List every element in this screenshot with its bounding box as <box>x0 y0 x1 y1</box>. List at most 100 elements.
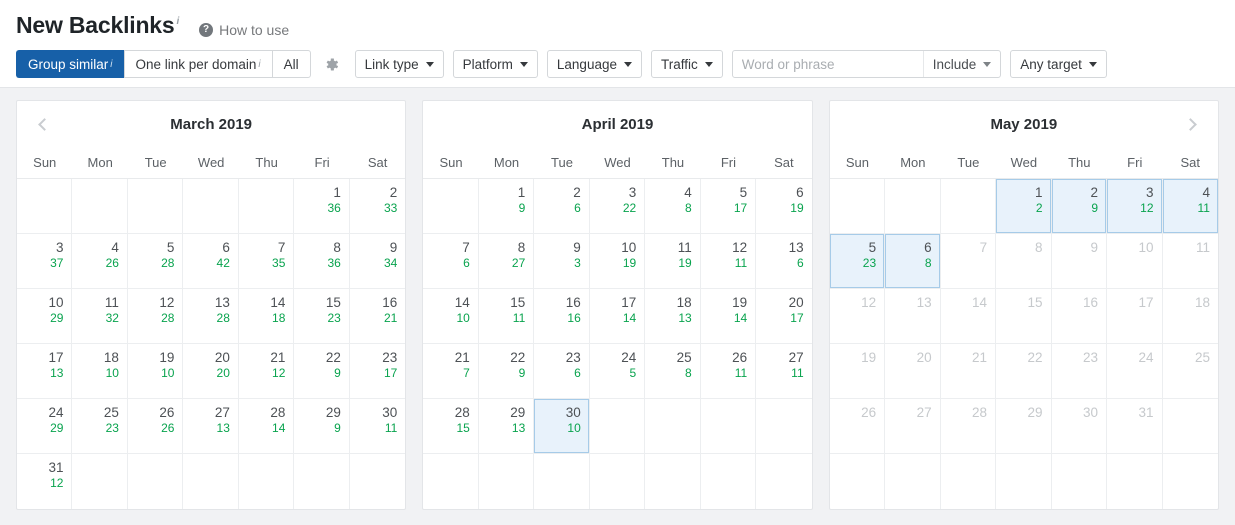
calendar-day-cell: 29 <box>996 399 1052 454</box>
calendar-day-number: 7 <box>979 240 988 255</box>
calendar-day-cell[interactable]: 12 <box>996 179 1052 234</box>
calendar-day-cell[interactable]: 16 16 <box>534 289 590 344</box>
calendar-day-cell[interactable]: 20 17 <box>756 289 812 344</box>
calendar-day-cell[interactable]: 4 26 <box>72 234 128 289</box>
calendar-day-backlink-count: 23 <box>862 256 877 270</box>
calendar-day-cell[interactable]: 23 17 <box>349 344 406 399</box>
calendar-day-cell[interactable]: 5 23 <box>829 234 886 289</box>
calendar-day-cell[interactable]: 10 19 <box>589 234 646 289</box>
calendar-day-cell[interactable]: 26 <box>534 179 590 234</box>
calendar-day-cell[interactable]: 14 18 <box>238 289 295 344</box>
calendar-day-cell[interactable]: 21 7 <box>423 344 479 399</box>
calendar-day-cell[interactable]: 26 26 <box>127 399 184 454</box>
calendar-day-cell[interactable]: 30 10 <box>534 399 590 454</box>
page-title-info-icon[interactable]: i <box>176 16 179 27</box>
calendar-day-cell[interactable]: 5 28 <box>127 234 184 289</box>
prev-month-button[interactable] <box>23 101 63 147</box>
calendar-day-cell[interactable]: 28 15 <box>423 399 479 454</box>
calendar-day-cell[interactable]: 31 12 <box>17 454 73 509</box>
calendar-day-backlink-count: 20 <box>216 366 230 380</box>
calendar-day-cell[interactable]: 19 <box>478 179 535 234</box>
dropdown-language[interactable]: Language <box>546 50 642 78</box>
calendar-day-cell[interactable]: 68 <box>885 234 941 289</box>
calendar-day-cell[interactable]: 17 13 <box>17 344 73 399</box>
dropdown-traffic[interactable]: Traffic <box>650 50 723 78</box>
calendar-day-cell[interactable]: 20 20 <box>183 344 239 399</box>
gear-icon[interactable] <box>318 50 346 78</box>
calendar-day-cell[interactable]: 16 21 <box>349 289 406 344</box>
calendar-day-cell[interactable]: 12 11 <box>700 234 757 289</box>
segment-all[interactable]: All <box>271 50 311 78</box>
dropdown-platform[interactable]: Platform <box>452 50 538 78</box>
calendar-day-cell[interactable]: 7 35 <box>238 234 295 289</box>
search-input[interactable] <box>732 51 923 77</box>
calendar-day-cell[interactable]: 30 11 <box>349 399 406 454</box>
calendar-empty-cell <box>700 399 757 454</box>
calendar-day-cell[interactable]: 26 11 <box>700 344 757 399</box>
calendar-day-cell[interactable]: 13 28 <box>183 289 239 344</box>
calendar-day-cell[interactable]: 6 19 <box>756 179 812 234</box>
calendar-day-cell[interactable]: 22 9 <box>478 344 535 399</box>
calendar-day-cell[interactable]: 10 29 <box>17 289 73 344</box>
calendar-day-cell[interactable]: 27 13 <box>183 399 239 454</box>
calendar-day-cell[interactable]: 24 29 <box>17 399 73 454</box>
calendar-day-cell[interactable]: 29 9 <box>294 399 350 454</box>
calendar-day-cell[interactable]: 29 13 <box>478 399 535 454</box>
calendar-day-cell[interactable]: 19 14 <box>700 289 757 344</box>
calendar-empty-cell <box>127 179 184 234</box>
calendar-day-number: 5 <box>166 240 175 255</box>
calendar-day-cell[interactable]: 76 <box>423 234 479 289</box>
calendar-day-cell[interactable]: 12 28 <box>127 289 184 344</box>
calendar-day-cell[interactable]: 9 34 <box>349 234 406 289</box>
segment-group-similar-info-icon[interactable]: i <box>110 59 112 70</box>
calendar-day-cell[interactable]: 4 11 <box>1162 179 1218 234</box>
calendar-day-cell[interactable]: 136 <box>294 179 350 234</box>
calendar-day-cell[interactable]: 3 37 <box>17 234 73 289</box>
how-to-use-link[interactable]: ? How to use <box>199 22 289 38</box>
calendar-day-number: 14 <box>454 295 470 310</box>
calendar-day-cell[interactable]: 27 11 <box>756 344 812 399</box>
segment-group-similar[interactable]: Group similar i <box>16 50 124 78</box>
calendar-day-cell[interactable]: 3 12 <box>1107 179 1163 234</box>
segment-one-link-per-domain-info-icon[interactable]: i <box>258 59 260 70</box>
calendar-day-cell[interactable]: 17 14 <box>589 289 646 344</box>
calendar-day-number: 16 <box>1083 295 1099 310</box>
calendar-day-cell[interactable]: 25 8 <box>645 344 701 399</box>
calendar-day-cell[interactable]: 23 6 <box>534 344 590 399</box>
calendar-day-cell[interactable]: 5 17 <box>700 179 757 234</box>
calendar-day-cell[interactable]: 24 5 <box>589 344 646 399</box>
calendar-day-cell[interactable]: 25 23 <box>72 399 128 454</box>
calendar-header: April 2019 <box>423 101 811 147</box>
calendar-day-cell[interactable]: 14 10 <box>423 289 479 344</box>
calendar-day-cell[interactable]: 21 12 <box>238 344 295 399</box>
chevron-down-icon <box>704 61 713 67</box>
calendar-day-cell[interactable]: 15 11 <box>478 289 535 344</box>
calendar-day-cell[interactable]: 11 19 <box>645 234 701 289</box>
calendar-day-cell[interactable]: 11 32 <box>72 289 128 344</box>
dropdown-link-type[interactable]: Link type <box>354 50 444 78</box>
calendar-day-cell[interactable]: 136 <box>756 234 812 289</box>
calendar-day-cell: 9 <box>1051 234 1108 289</box>
calendar-day-cell[interactable]: 8 36 <box>294 234 350 289</box>
calendar-day-cell[interactable]: 48 <box>645 179 701 234</box>
calendar-day-cell[interactable]: 18 10 <box>72 344 128 399</box>
calendar-day-cell[interactable]: 3 22 <box>589 179 646 234</box>
calendar-day-cell[interactable]: 6 42 <box>183 234 239 289</box>
next-month-button[interactable] <box>1172 101 1212 147</box>
calendar-day-cell[interactable]: 19 10 <box>127 344 184 399</box>
calendar-day-backlink-count: 9 <box>334 366 341 380</box>
calendar-day-cell[interactable]: 18 13 <box>645 289 701 344</box>
dropdown-any-target[interactable]: Any target <box>1010 50 1107 78</box>
calendar-day-cell[interactable]: 93 <box>534 234 590 289</box>
calendar-day-backlink-count: 11 <box>791 366 804 380</box>
calendar-day-cell[interactable]: 22 9 <box>294 344 350 399</box>
calendar-day-cell[interactable]: 15 23 <box>294 289 350 344</box>
calendar-day-cell[interactable]: 8 27 <box>478 234 535 289</box>
calendar-day-cell[interactable]: 29 <box>1051 179 1108 234</box>
segment-one-link-per-domain[interactable]: One link per domain i <box>123 50 272 78</box>
day-of-week-label: Sat <box>774 155 794 170</box>
calendar-day-cell[interactable]: 2 33 <box>349 179 406 234</box>
calendar-day-cell[interactable]: 28 14 <box>238 399 295 454</box>
dropdown-include-mode[interactable]: Include <box>922 51 1001 77</box>
calendar-day-number: 22 <box>510 350 526 365</box>
